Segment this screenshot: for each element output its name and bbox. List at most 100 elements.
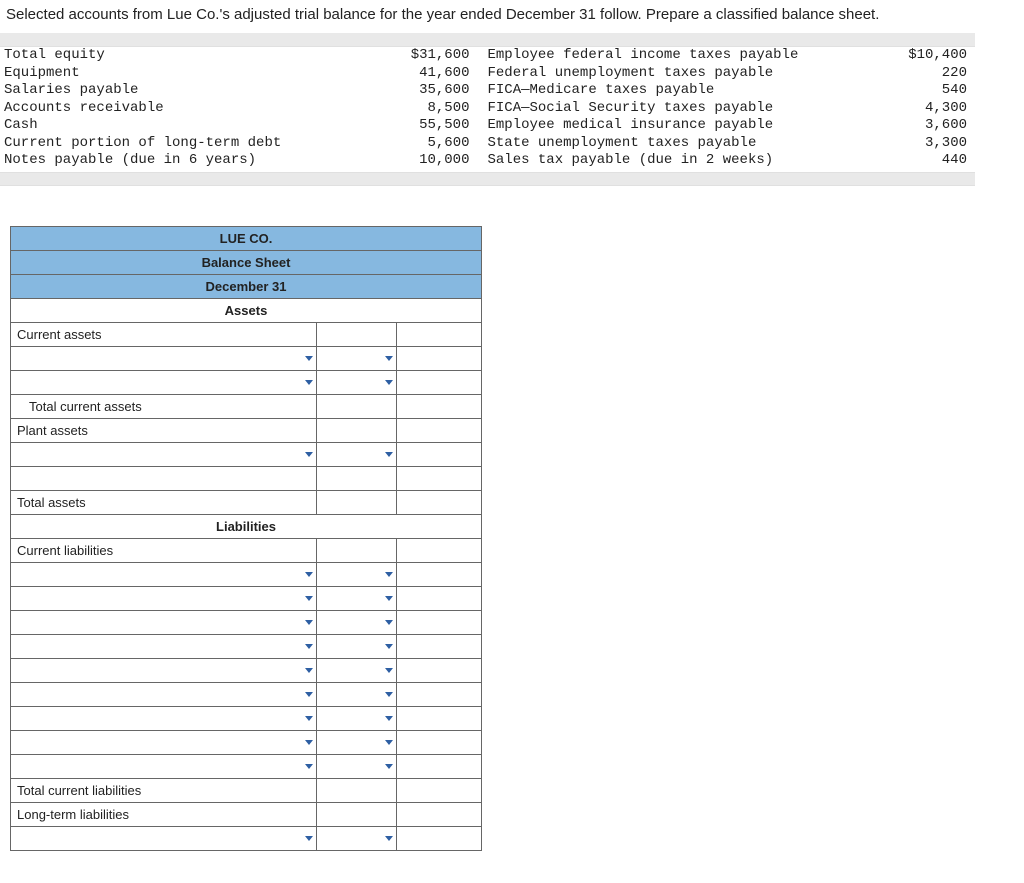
tb-value: $31,600 xyxy=(408,47,470,65)
value-dropdown[interactable] xyxy=(317,610,397,634)
value-cell[interactable] xyxy=(317,394,397,418)
tb-value: 10,000 xyxy=(408,152,470,170)
value-cell[interactable] xyxy=(397,322,482,346)
value-cell[interactable] xyxy=(317,466,397,490)
tb-value: 8,500 xyxy=(408,100,470,118)
value-cell[interactable] xyxy=(317,418,397,442)
value-cell[interactable] xyxy=(397,466,482,490)
value-cell[interactable] xyxy=(397,586,482,610)
bs-title: Balance Sheet xyxy=(11,250,482,274)
value-cell[interactable] xyxy=(397,778,482,802)
tb-value: 3,300 xyxy=(891,135,967,153)
value-dropdown[interactable] xyxy=(317,754,397,778)
account-dropdown[interactable] xyxy=(11,706,317,730)
tb-label: Federal unemployment taxes payable xyxy=(488,65,892,83)
value-cell[interactable] xyxy=(397,706,482,730)
tb-value: 440 xyxy=(891,152,967,170)
account-dropdown[interactable] xyxy=(11,610,317,634)
total-assets-label: Total assets xyxy=(11,490,317,514)
account-dropdown[interactable] xyxy=(11,826,317,850)
tb-label: Employee medical insurance payable xyxy=(488,117,892,135)
long-term-liabilities-label: Long-term liabilities xyxy=(11,802,317,826)
problem-text: Selected accounts from Lue Co.'s adjuste… xyxy=(6,6,879,23)
tb-label: Salaries payable xyxy=(4,82,408,100)
value-dropdown[interactable] xyxy=(317,442,397,466)
value-dropdown[interactable] xyxy=(317,370,397,394)
tb-label: Equipment xyxy=(4,65,408,83)
value-cell[interactable] xyxy=(317,802,397,826)
tb-label: Cash xyxy=(4,117,408,135)
total-current-assets-label: Total current assets xyxy=(11,394,317,418)
value-cell[interactable] xyxy=(397,730,482,754)
tb-value: 220 xyxy=(891,65,967,83)
value-cell[interactable] xyxy=(397,754,482,778)
balance-sheet-table: LUE CO. Balance Sheet December 31 Assets… xyxy=(10,226,482,851)
value-cell[interactable] xyxy=(397,394,482,418)
trial-balance: Total equity Equipment Salaries payable … xyxy=(0,47,975,172)
value-cell[interactable] xyxy=(397,658,482,682)
value-cell[interactable] xyxy=(397,370,482,394)
tb-value: $10,400 xyxy=(891,47,967,65)
plant-assets-label: Plant assets xyxy=(11,418,317,442)
account-dropdown[interactable] xyxy=(11,370,317,394)
tb-label: FICA—Medicare taxes payable xyxy=(488,82,892,100)
account-dropdown[interactable] xyxy=(11,586,317,610)
value-dropdown[interactable] xyxy=(317,826,397,850)
value-cell[interactable] xyxy=(317,322,397,346)
current-liabilities-label: Current liabilities xyxy=(11,538,317,562)
account-dropdown[interactable] xyxy=(11,562,317,586)
account-dropdown[interactable] xyxy=(11,658,317,682)
tb-label: Employee federal income taxes payable xyxy=(488,47,892,65)
tb-label: Accounts receivable xyxy=(4,100,408,118)
account-dropdown[interactable] xyxy=(11,442,317,466)
assets-header: Assets xyxy=(11,298,482,322)
value-dropdown[interactable] xyxy=(317,346,397,370)
tb-label: Notes payable (due in 6 years) xyxy=(4,152,408,170)
liabilities-header: Liabilities xyxy=(11,514,482,538)
current-assets-label: Current assets xyxy=(11,322,317,346)
value-dropdown[interactable] xyxy=(317,682,397,706)
divider xyxy=(0,172,975,186)
tb-value: 4,300 xyxy=(891,100,967,118)
tb-value: 540 xyxy=(891,82,967,100)
account-dropdown[interactable] xyxy=(11,682,317,706)
tb-value: 35,600 xyxy=(408,82,470,100)
value-dropdown[interactable] xyxy=(317,706,397,730)
value-cell[interactable] xyxy=(397,634,482,658)
value-dropdown[interactable] xyxy=(317,658,397,682)
tb-value: 41,600 xyxy=(408,65,470,83)
divider xyxy=(0,33,975,47)
bs-date: December 31 xyxy=(11,274,482,298)
account-dropdown[interactable] xyxy=(11,730,317,754)
value-cell[interactable] xyxy=(317,538,397,562)
value-cell[interactable] xyxy=(397,418,482,442)
value-cell[interactable] xyxy=(317,778,397,802)
blank-label[interactable] xyxy=(11,466,317,490)
value-dropdown[interactable] xyxy=(317,562,397,586)
value-cell[interactable] xyxy=(397,802,482,826)
tb-value: 5,600 xyxy=(408,135,470,153)
tb-value: 3,600 xyxy=(891,117,967,135)
problem-statement: Selected accounts from Lue Co.'s adjuste… xyxy=(0,0,1024,33)
value-cell[interactable] xyxy=(397,610,482,634)
account-dropdown[interactable] xyxy=(11,754,317,778)
value-cell[interactable] xyxy=(397,490,482,514)
value-dropdown[interactable] xyxy=(317,586,397,610)
value-cell[interactable] xyxy=(397,442,482,466)
account-dropdown[interactable] xyxy=(11,346,317,370)
total-current-liabilities-label: Total current liabilities xyxy=(11,778,317,802)
value-cell[interactable] xyxy=(397,826,482,850)
value-cell[interactable] xyxy=(317,490,397,514)
tb-label: Sales tax payable (due in 2 weeks) xyxy=(488,152,892,170)
tb-label: State unemployment taxes payable xyxy=(488,135,892,153)
tb-label: Current portion of long-term debt xyxy=(4,135,408,153)
tb-label: Total equity xyxy=(4,47,408,65)
value-cell[interactable] xyxy=(397,562,482,586)
value-dropdown[interactable] xyxy=(317,730,397,754)
value-dropdown[interactable] xyxy=(317,634,397,658)
value-cell[interactable] xyxy=(397,346,482,370)
account-dropdown[interactable] xyxy=(11,634,317,658)
value-cell[interactable] xyxy=(397,682,482,706)
value-cell[interactable] xyxy=(397,538,482,562)
tb-value: 55,500 xyxy=(408,117,470,135)
